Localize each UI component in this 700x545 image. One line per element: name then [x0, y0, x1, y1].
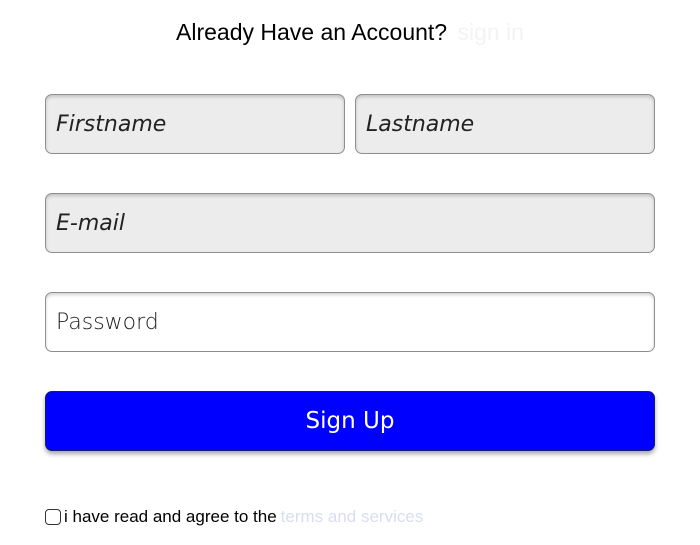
terms-text: i have read and agree to the	[64, 507, 277, 526]
password-input[interactable]	[45, 292, 655, 352]
signin-prompt: Already Have an Account? sign in	[0, 16, 700, 48]
signup-page: Already Have an Account? sign in Sign Up…	[0, 0, 700, 545]
terms-checkbox[interactable]	[45, 509, 61, 525]
lastname-input[interactable]	[355, 94, 655, 154]
terms-link[interactable]: terms and services	[281, 506, 424, 528]
firstname-input[interactable]	[45, 94, 345, 154]
signin-link[interactable]: sign in	[457, 19, 523, 45]
signin-question: Already Have an Account?	[176, 19, 448, 45]
signup-button[interactable]: Sign Up	[45, 391, 655, 451]
terms-row: i have read and agree to the terms and s…	[45, 506, 423, 528]
email-input[interactable]	[45, 193, 655, 253]
